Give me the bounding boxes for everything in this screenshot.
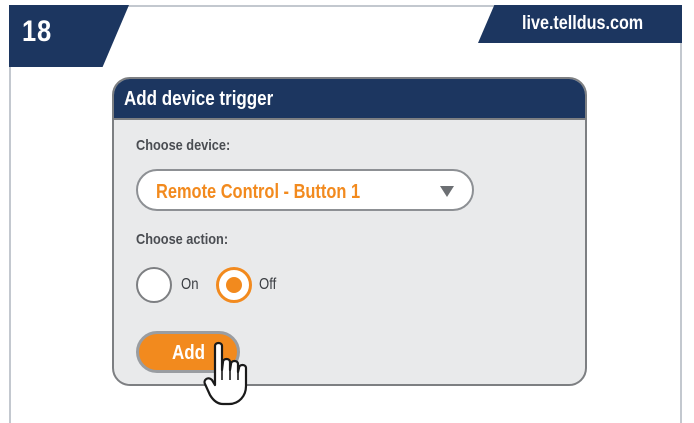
device-select-value: Remote Control - Button 1: [156, 181, 361, 203]
choose-action-label: Choose action:: [136, 231, 229, 248]
radio-on[interactable]: [136, 267, 172, 303]
radio-off-label: Off: [259, 276, 277, 293]
radio-off[interactable]: [216, 267, 252, 303]
add-button-label: Add: [172, 342, 206, 364]
site-url: live.telldus.com: [522, 13, 644, 34]
add-device-trigger-dialog: Add device trigger Choose device: Remote…: [112, 77, 587, 386]
dialog-header: Add device trigger: [114, 79, 585, 120]
step-number: 18: [22, 15, 53, 48]
caret-down-icon: [440, 186, 454, 197]
dialog-title: Add device trigger: [124, 88, 274, 110]
device-select[interactable]: Remote Control - Button 1: [136, 169, 474, 211]
choose-device-label: Choose device:: [136, 137, 231, 154]
radio-on-label: On: [181, 276, 199, 293]
hand-pointer-icon: [203, 341, 248, 406]
radio-off-dot: [226, 277, 242, 293]
